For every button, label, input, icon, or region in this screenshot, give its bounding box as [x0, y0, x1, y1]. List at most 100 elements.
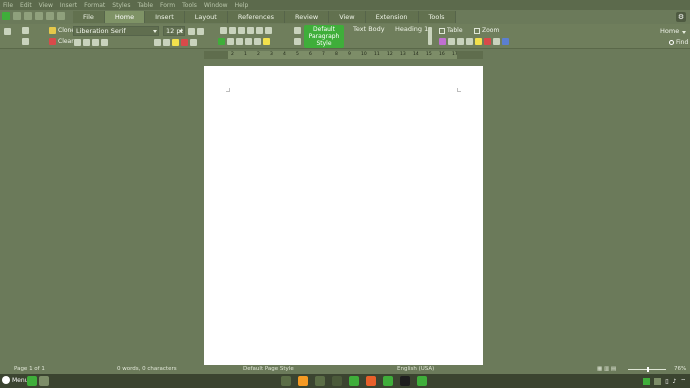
- clipboard-icon[interactable]: ▯: [665, 378, 668, 385]
- tab-layout[interactable]: Layout: [184, 11, 228, 23]
- paragraph-icon[interactable]: [265, 27, 272, 34]
- language[interactable]: English (USA): [397, 366, 434, 372]
- tray-app-icon[interactable]: [643, 377, 651, 385]
- align-right-icon[interactable]: [236, 38, 243, 45]
- char-spacing-icon[interactable]: [190, 39, 197, 46]
- tab-review[interactable]: Review: [284, 11, 330, 23]
- subscript-icon[interactable]: [163, 39, 170, 46]
- font-color-icon[interactable]: [181, 39, 188, 46]
- table-button[interactable]: Table: [439, 27, 463, 34]
- menu-format[interactable]: Format: [84, 2, 105, 9]
- style-heading-1[interactable]: Heading 1: [395, 25, 428, 33]
- styles-scroll[interactable]: [428, 27, 432, 45]
- image-icon[interactable]: [439, 38, 446, 45]
- justify-icon[interactable]: [245, 38, 252, 45]
- taskbar-app-terminal-icon[interactable]: [400, 376, 410, 386]
- special-char-icon[interactable]: [466, 38, 473, 45]
- hyperlink-icon[interactable]: [493, 38, 500, 45]
- start-menu-button[interactable]: Menu: [2, 376, 28, 384]
- taskbar-app-files-icon[interactable]: [281, 376, 291, 386]
- printer-icon[interactable]: [39, 376, 49, 386]
- strikethrough-icon[interactable]: [101, 39, 108, 46]
- background-color-icon[interactable]: [263, 38, 270, 45]
- navigator-icon[interactable]: [502, 38, 509, 45]
- menu-window[interactable]: Window: [204, 2, 228, 9]
- paste-icon[interactable]: [4, 28, 11, 35]
- tab-home[interactable]: Home: [104, 11, 146, 23]
- zoom-button[interactable]: Zoom: [474, 27, 499, 34]
- font-size-combobox[interactable]: 12 pt: [163, 26, 185, 36]
- indent-increase-icon[interactable]: [247, 27, 254, 34]
- open-icon[interactable]: [13, 12, 21, 20]
- shapes-icon[interactable]: [475, 38, 482, 45]
- menu-edit[interactable]: Edit: [20, 2, 32, 9]
- undo-icon[interactable]: [35, 12, 43, 20]
- textbox-icon[interactable]: [457, 38, 464, 45]
- bullets-icon[interactable]: [220, 27, 227, 34]
- volume-icon[interactable]: ♪: [673, 378, 677, 385]
- clear-button[interactable]: Clear: [49, 38, 74, 45]
- numbering-icon[interactable]: [229, 27, 236, 34]
- highlight-icon[interactable]: [172, 39, 179, 46]
- taskbar-app-writer-icon[interactable]: [349, 376, 359, 386]
- menu-help[interactable]: Help: [235, 2, 249, 9]
- taskbar-app-app-icon[interactable]: [332, 376, 342, 386]
- taskbar-app-media-icon[interactable]: [298, 376, 308, 386]
- taskbar-app-home-folder-icon[interactable]: [315, 376, 325, 386]
- menu-view[interactable]: View: [39, 2, 53, 9]
- tab-file[interactable]: File: [73, 11, 105, 23]
- line-spacing-icon[interactable]: [254, 38, 261, 45]
- tray-network-icon[interactable]: [654, 377, 662, 385]
- find-button[interactable]: Find: [669, 39, 688, 46]
- zoom-percent[interactable]: 76%: [674, 366, 686, 372]
- italic-icon[interactable]: [83, 39, 90, 46]
- word-count[interactable]: 0 words, 0 characters: [117, 366, 177, 372]
- underline-icon[interactable]: [92, 39, 99, 46]
- cut-icon[interactable]: [22, 27, 29, 34]
- print-icon[interactable]: [57, 12, 65, 20]
- style-text-body[interactable]: Text Body: [353, 25, 385, 33]
- save-icon[interactable]: [24, 12, 32, 20]
- comment-icon[interactable]: [484, 38, 491, 45]
- menu-styles[interactable]: Styles: [112, 2, 130, 9]
- page-style[interactable]: Default Page Style: [243, 366, 294, 372]
- taskbar-app-terminal-green-icon[interactable]: [383, 376, 393, 386]
- wifi-icon[interactable]: ⌔: [680, 377, 686, 385]
- styles-icon[interactable]: [294, 27, 301, 34]
- tab-tools[interactable]: Tools: [418, 11, 456, 23]
- desktop-icon[interactable]: [27, 376, 37, 386]
- menu-insert[interactable]: Insert: [60, 2, 77, 9]
- menu-tools[interactable]: Tools: [182, 2, 197, 9]
- tab-references[interactable]: References: [227, 11, 285, 23]
- view-layout-icons[interactable]: ▦ ▥ ▤: [597, 366, 616, 372]
- home-dropdown[interactable]: Home: [660, 27, 687, 35]
- indent-decrease-icon[interactable]: [256, 27, 263, 34]
- document-page[interactable]: [204, 66, 483, 365]
- settings-gear-icon[interactable]: ⚙: [676, 12, 686, 22]
- clone-button[interactable]: Clone: [49, 27, 75, 34]
- copy-icon[interactable]: [22, 38, 29, 45]
- menu-table[interactable]: Table: [138, 2, 154, 9]
- zoom-slider-handle[interactable]: [647, 367, 649, 372]
- horizontal-ruler[interactable]: 12123456789101112131415161718: [204, 51, 483, 59]
- font-name-combobox[interactable]: Liberation Serif: [73, 26, 159, 36]
- outline-icon[interactable]: [238, 27, 245, 34]
- superscript-icon[interactable]: [154, 39, 161, 46]
- new-document-icon[interactable]: [2, 12, 10, 20]
- menu-form[interactable]: Form: [160, 2, 175, 9]
- chart-icon[interactable]: [448, 38, 455, 45]
- tab-extension[interactable]: Extension: [365, 11, 419, 23]
- new-style-icon[interactable]: [294, 38, 301, 45]
- paste-group[interactable]: [4, 28, 11, 35]
- redo-icon[interactable]: [46, 12, 54, 20]
- menu-file[interactable]: File: [3, 2, 13, 9]
- style-default-paragraph[interactable]: Default Paragraph Style: [304, 25, 344, 48]
- bold-icon[interactable]: [74, 39, 81, 46]
- tab-view[interactable]: View: [329, 11, 366, 23]
- taskbar-app-vim-icon[interactable]: [417, 376, 427, 386]
- page-count[interactable]: Page 1 of 1: [14, 366, 45, 372]
- grow-font-icon[interactable]: [188, 28, 204, 35]
- tab-insert[interactable]: Insert: [145, 11, 185, 23]
- align-left-icon[interactable]: [218, 38, 225, 45]
- taskbar-app-firefox-icon[interactable]: [366, 376, 376, 386]
